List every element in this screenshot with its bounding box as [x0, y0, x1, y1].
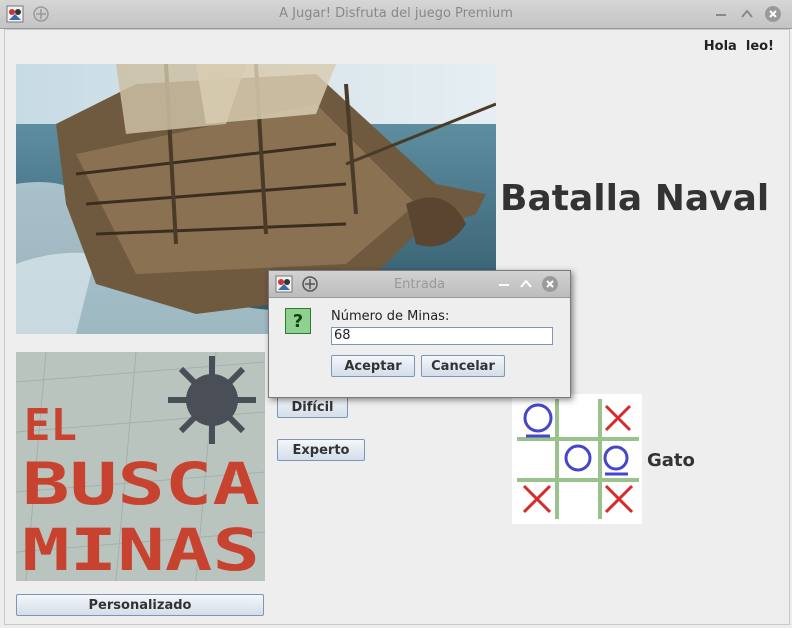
- dialog-close-icon[interactable]: [541, 275, 559, 293]
- logo-text-minas: MINAS: [22, 516, 260, 581]
- dialog-maximize-icon[interactable]: [517, 275, 535, 293]
- buscaminas-image[interactable]: EL BUSCA MINAS: [16, 352, 265, 581]
- window-title-bar: A Jugar! Disfruta del juego Premium: [0, 0, 792, 29]
- minimize-icon[interactable]: [712, 5, 730, 23]
- logo-text-busca: BUSCA: [22, 450, 260, 518]
- greeting-label: Hola leo!: [703, 39, 774, 54]
- gato-title: Gato: [647, 450, 695, 471]
- input-dialog: Entrada ? Número de Minas: 68 Aceptar Ca…: [268, 270, 571, 398]
- mine-icon: [168, 356, 256, 444]
- cancel-button[interactable]: Cancelar: [421, 355, 505, 377]
- buscaminas-logo: EL BUSCA MINAS: [16, 352, 265, 581]
- window-title: A Jugar! Disfruta del juego Premium: [279, 6, 513, 21]
- mines-count-input[interactable]: 68: [331, 327, 553, 345]
- accept-button[interactable]: Aceptar: [331, 355, 415, 377]
- dialog-minimize-icon[interactable]: [495, 275, 513, 293]
- dificil-button[interactable]: Difícil: [277, 396, 348, 418]
- close-icon[interactable]: [764, 5, 782, 23]
- question-icon: ?: [285, 308, 311, 334]
- logo-text-el: EL: [24, 400, 77, 451]
- gato-image[interactable]: [512, 394, 642, 524]
- maximize-icon[interactable]: [738, 5, 756, 23]
- personalizado-button[interactable]: Personalizado: [16, 594, 264, 616]
- tic-tac-toe-board: [517, 399, 639, 519]
- batalla-naval-title: Batalla Naval: [500, 178, 770, 219]
- dialog-title-bar: Entrada: [269, 271, 570, 298]
- dialog-prompt: Número de Minas:: [331, 309, 450, 324]
- experto-button[interactable]: Experto: [277, 439, 365, 461]
